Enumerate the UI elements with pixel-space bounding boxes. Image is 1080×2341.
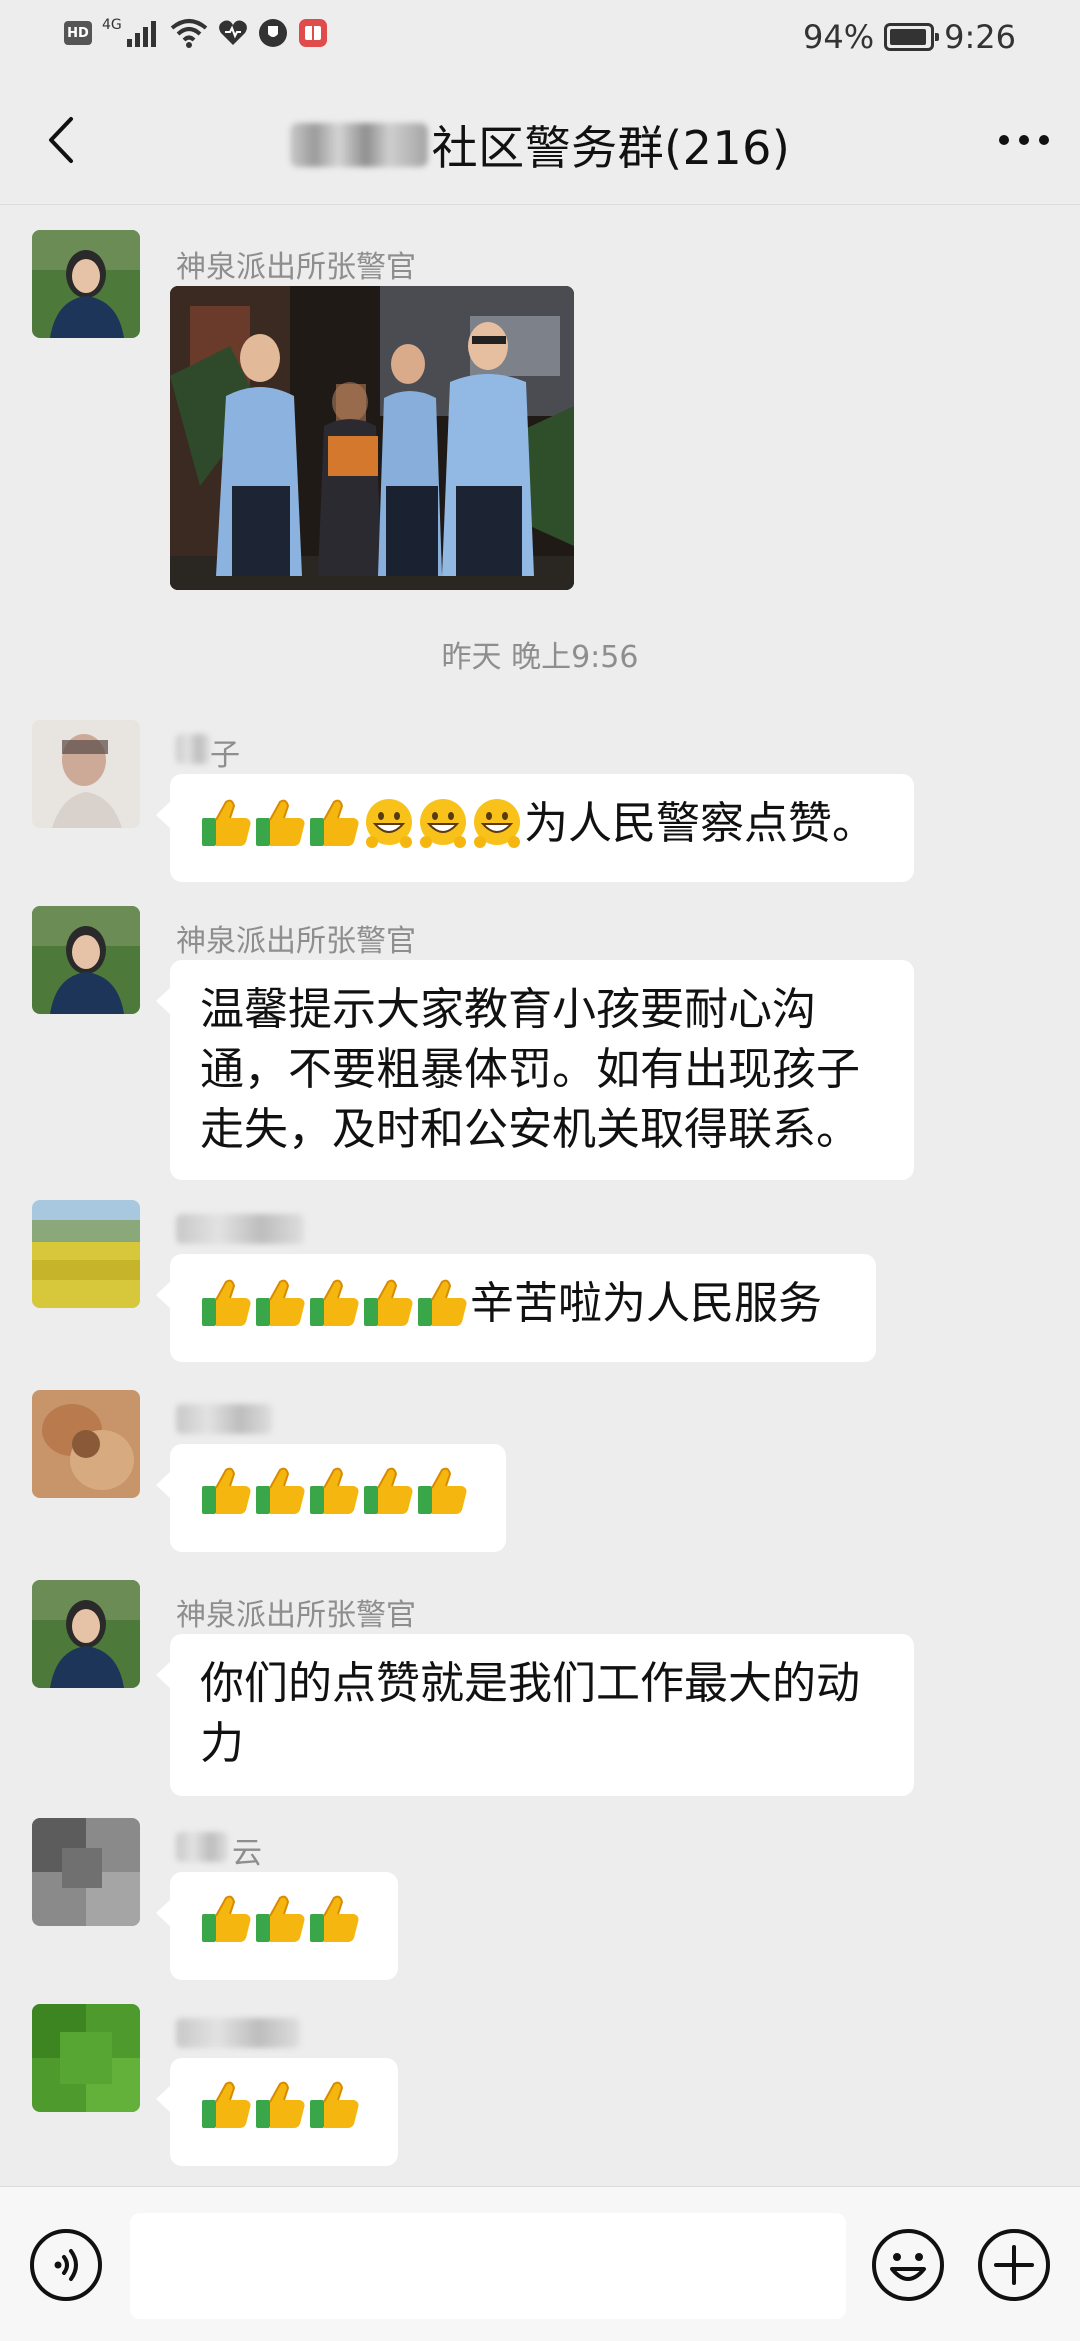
avatar[interactable] — [32, 1200, 140, 1308]
voice-icon[interactable] — [28, 2227, 104, 2303]
thumbs-up-icon — [200, 1464, 254, 1520]
thumbs-up-icon — [254, 2078, 308, 2134]
avatar[interactable] — [32, 906, 140, 1014]
thumbs-up-icon — [362, 1276, 416, 1332]
thumbs-up-icon — [308, 796, 362, 852]
thumbs-up-icon — [362, 1464, 416, 1520]
grin-icon — [416, 796, 470, 852]
thumbs-up-icon — [308, 1464, 362, 1520]
message-photo[interactable] — [170, 286, 574, 590]
grin-icon — [470, 796, 524, 852]
message-content — [200, 1892, 368, 1948]
sender-name: 神泉派出所张警官 — [176, 250, 416, 285]
battery-level — [890, 29, 926, 45]
app-icon — [298, 18, 328, 48]
thumbs-up-icon — [308, 1892, 362, 1948]
message-line: 你们的点赞就是我们工作最大的动 — [200, 1658, 860, 1709]
thumbs-up-icon — [254, 796, 308, 852]
redacted-sender — [176, 2018, 300, 2048]
avatar[interactable] — [32, 720, 140, 828]
avatar[interactable] — [32, 230, 140, 338]
thumbs-up-icon — [308, 2078, 362, 2134]
message-text: 为人民警察点赞。 — [524, 798, 876, 849]
message-bubble[interactable]: 辛苦啦为人民服务 — [156, 1254, 876, 1362]
redacted-sender — [176, 1214, 304, 1244]
status-icons-right: 94% 9:26 — [803, 18, 1016, 56]
chat-title: 社区警务群(216) — [0, 112, 1080, 178]
thumbs-up-icon — [254, 1276, 308, 1332]
message-line: 力 — [200, 1718, 244, 1769]
avatar[interactable] — [32, 1818, 140, 1926]
message-text: 辛苦啦为人民服务 — [470, 1278, 822, 1329]
message-content: 辛苦啦为人民服务 — [200, 1274, 846, 1334]
message-content — [200, 2078, 368, 2134]
message-bubble[interactable] — [156, 2058, 398, 2166]
thumbs-up-icon — [308, 1276, 362, 1332]
redacted-sender — [176, 1404, 272, 1434]
battery-percent: 94% — [803, 18, 875, 56]
message-input[interactable] — [130, 2213, 846, 2319]
avatar[interactable] — [32, 1390, 140, 1498]
message-content: 为人民警察点赞。 — [200, 794, 884, 854]
signal-icon — [126, 19, 160, 47]
message-list[interactable]: 神泉派出所张警官 昨天 晚上9:56 子 为人民警察点赞。 神泉派出所张警官 温… — [0, 204, 1080, 2186]
redacted-sender — [176, 1832, 228, 1862]
thumbs-up-icon — [416, 1276, 470, 1332]
message-line: 通，不要粗暴体罚。如有出现孩子 — [200, 1044, 860, 1095]
thumbs-up-icon — [200, 1892, 254, 1948]
chat-header: 社区警务群(216) — [0, 76, 1080, 205]
heart-icon — [218, 19, 248, 47]
message-bubble[interactable]: 为人民警察点赞。 — [156, 774, 914, 882]
avatar[interactable] — [32, 2004, 140, 2112]
network-type-label: 4G — [102, 17, 122, 33]
clock: 9:26 — [944, 18, 1016, 56]
shield-icon — [258, 18, 288, 48]
message-bubble[interactable] — [156, 1872, 398, 1980]
message-bubble[interactable]: 你们的点赞就是我们工作最大的动 力 — [156, 1634, 914, 1796]
redacted-title-part — [289, 123, 428, 167]
wifi-icon — [170, 18, 208, 48]
sender-name: 神泉派出所张警官 — [176, 1598, 416, 1633]
status-icons-left: HD 4G — [64, 17, 328, 48]
grin-icon — [362, 796, 416, 852]
battery-icon — [884, 23, 940, 51]
thumbs-up-icon — [200, 796, 254, 852]
avatar[interactable] — [32, 1580, 140, 1688]
message-bubble[interactable]: 温馨提示大家教育小孩要耐心沟 通，不要粗暴体罚。如有出现孩子 走失，及时和公安机… — [156, 960, 914, 1180]
more-icon[interactable] — [994, 116, 1054, 164]
timestamp: 昨天 晚上9:56 — [441, 640, 639, 675]
sender-name: 子 — [210, 738, 240, 773]
thumbs-up-icon — [416, 1464, 470, 1520]
sender-name: 神泉派出所张警官 — [176, 924, 416, 959]
thumbs-up-icon — [254, 1464, 308, 1520]
thumbs-up-icon — [254, 1892, 308, 1948]
sender-name: 云 — [232, 1836, 262, 1871]
message-line: 温馨提示大家教育小孩要耐心沟 — [200, 984, 816, 1035]
input-bar — [0, 2186, 1080, 2341]
thumbs-up-icon — [200, 2078, 254, 2134]
status-bar: HD 4G 94% 9:26 — [0, 0, 1080, 76]
thumbs-up-icon — [200, 1276, 254, 1332]
plus-icon[interactable] — [976, 2227, 1052, 2303]
message-line: 走失，及时和公安机关取得联系。 — [200, 1104, 860, 1155]
message-content — [200, 1464, 476, 1520]
message-bubble[interactable] — [156, 1444, 506, 1552]
emoji-icon[interactable] — [870, 2227, 946, 2303]
page-title: 社区警务群(216) — [431, 121, 791, 175]
hd-icon: HD — [64, 21, 92, 45]
redacted-sender — [176, 734, 210, 764]
